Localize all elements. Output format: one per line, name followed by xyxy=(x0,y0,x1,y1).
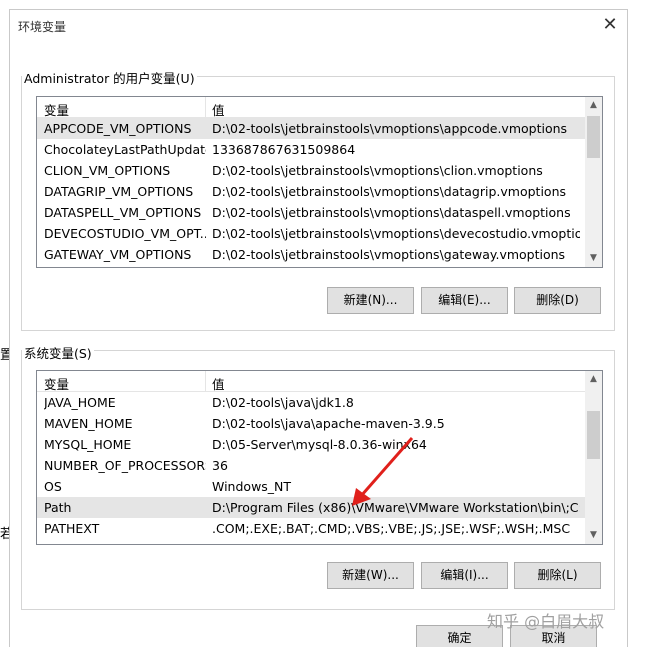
annotation-arrow-head xyxy=(352,488,371,506)
red-arrow-annotation xyxy=(352,437,414,506)
watermark-text: 知乎 @白眉大叔 xyxy=(487,612,605,631)
annotation-arrow-line xyxy=(359,437,414,497)
